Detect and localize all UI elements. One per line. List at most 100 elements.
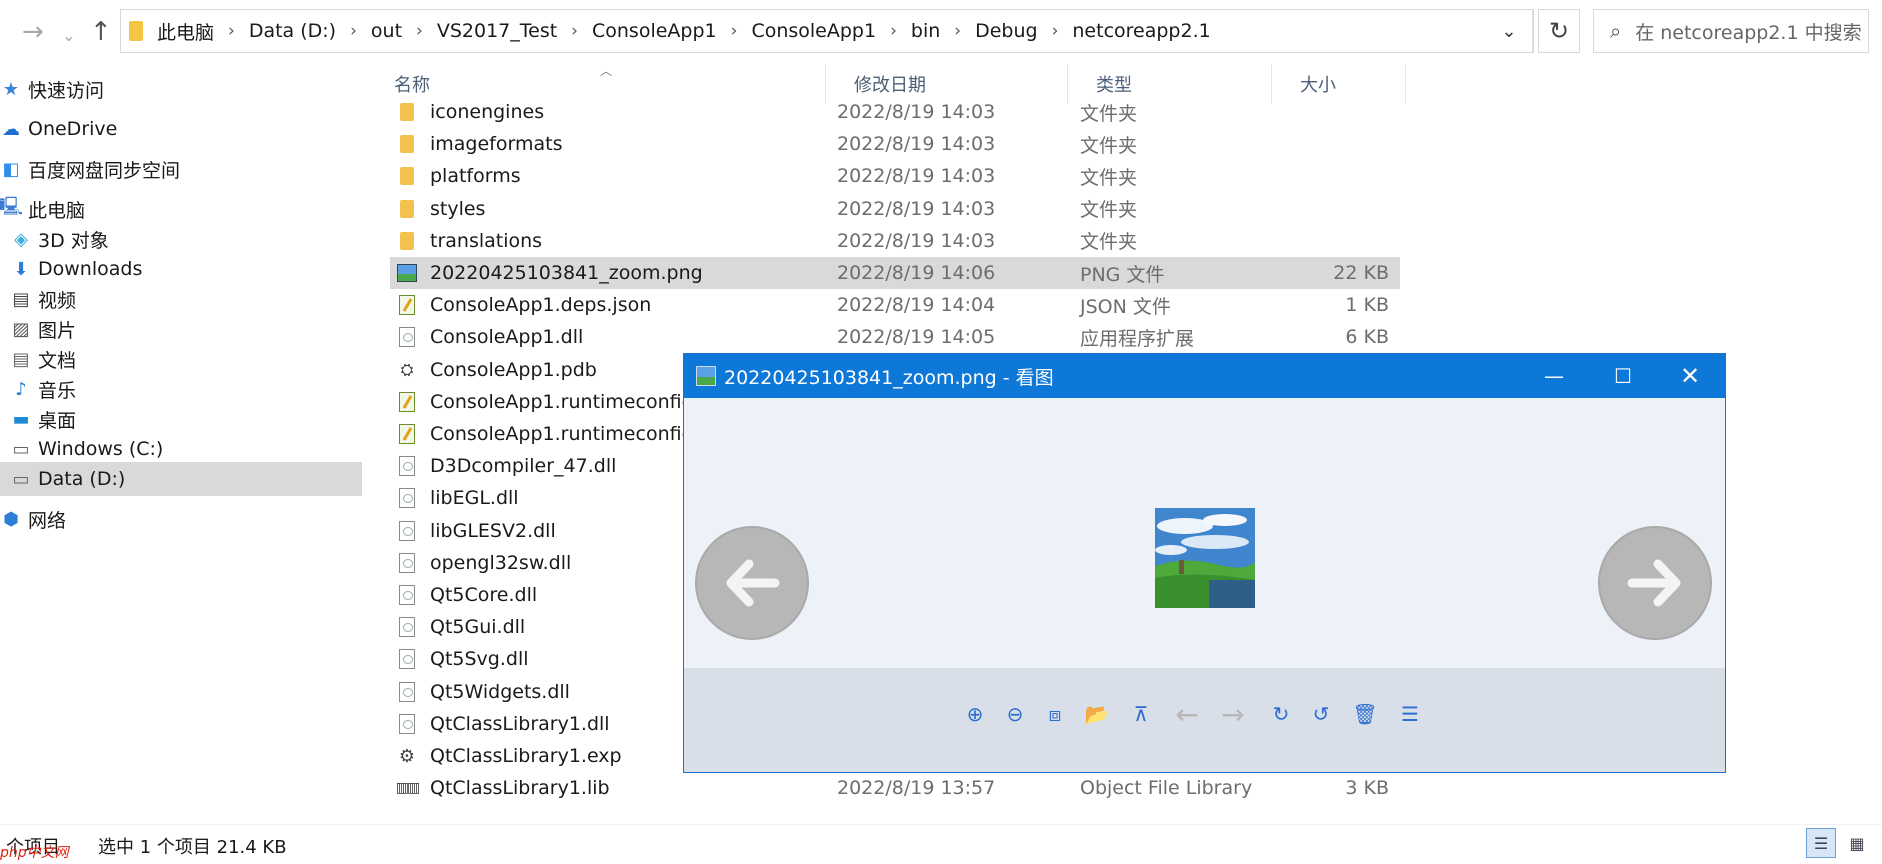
forward-button[interactable]: →	[22, 18, 44, 46]
breadcrumb-separator-icon[interactable]: ›	[416, 21, 423, 41]
sidebar-item[interactable]: 🖳 此电脑	[0, 192, 362, 226]
drive-icon: ▭	[12, 468, 30, 490]
dll-file-icon	[396, 455, 418, 477]
file-row[interactable]: 20220425103841_zoom.png 2022/8/19 14:06 PN…	[390, 257, 1400, 289]
sidebar-item[interactable]: ▤ 视频	[0, 282, 362, 316]
file-row[interactable]: ▥▥ QtClassLibrary1.lib 2022/8/19 13:57 Obje…	[390, 772, 1400, 804]
dll-file-icon	[396, 520, 418, 542]
prev-icon[interactable]: ←	[1173, 698, 1201, 731]
sidebar-item[interactable]: ◈ 3D 对象	[0, 222, 362, 256]
menu-icon[interactable]: ☰	[1396, 700, 1424, 728]
dll-file-icon	[396, 584, 418, 606]
sidebar-item[interactable]: ⬢ 网络	[0, 502, 362, 536]
breadcrumb-item[interactable]: ConsoleApp1	[592, 20, 717, 42]
sidebar-item-label: 视频	[38, 289, 77, 312]
selection-info: 选中 1 个项目 21.4 KB	[98, 837, 287, 858]
breadcrumb-separator-icon[interactable]: ›	[228, 21, 235, 41]
file-row[interactable]: ConsoleApp1.dll 2022/8/19 14:05 应用程序扩展 6 KB	[390, 321, 1400, 353]
folder-icon	[396, 198, 418, 220]
breadcrumb-separator-icon[interactable]: ›	[1052, 21, 1059, 41]
dll-file-icon	[396, 616, 418, 638]
zoom-out-icon[interactable]: ⊖	[1001, 700, 1029, 728]
computer-icon: 🖳	[0, 196, 24, 217]
slideshow-icon[interactable]: ⊼	[1127, 700, 1155, 728]
sidebar-item[interactable]: ☁ OneDrive	[0, 112, 362, 146]
next-icon[interactable]: →	[1219, 698, 1247, 731]
open-folder-icon[interactable]: 📂	[1083, 700, 1111, 728]
file-type: 应用程序扩展	[1080, 327, 1195, 350]
breadcrumb-separator-icon[interactable]: ›	[571, 21, 578, 41]
file-name: imageformats	[430, 133, 563, 156]
next-image-button[interactable]	[1598, 526, 1712, 640]
rotate-ccw-icon[interactable]: ↺	[1307, 700, 1335, 728]
sidebar-item[interactable]: ★ 快速访问	[0, 72, 362, 106]
download-icon: ⬇	[13, 258, 29, 280]
file-type: 文件夹	[1080, 102, 1138, 125]
viewer-titlebar[interactable]: 20220425103841_zoom.png - 看图 — ☐ ✕	[684, 354, 1725, 398]
file-size: 22 KB	[1333, 262, 1389, 284]
file-row[interactable]: styles 2022/8/19 14:03 文件夹	[390, 193, 1400, 225]
sidebar-item[interactable]: ◧ 百度网盘同步空间	[0, 152, 362, 186]
breadcrumb-separator-icon[interactable]: ›	[350, 21, 357, 41]
file-date: 2022/8/19 14:03	[837, 133, 996, 156]
breadcrumb-item[interactable]: Data (D:)	[249, 20, 336, 42]
sidebar-item[interactable]: ▭ Data (D:)	[0, 462, 362, 496]
breadcrumb-item[interactable]: 此电脑	[157, 18, 214, 45]
previous-image-button[interactable]	[695, 526, 809, 640]
file-row[interactable]: imageformats 2022/8/19 14:03 文件夹	[390, 128, 1400, 160]
delete-icon[interactable]: 🗑	[1351, 700, 1379, 728]
chevron-down-icon[interactable]: ⌄	[1486, 10, 1533, 52]
sidebar-item-label: 快速访问	[28, 79, 105, 102]
close-button[interactable]: ✕	[1655, 354, 1725, 398]
zoom-in-icon[interactable]: ⊕	[961, 700, 989, 728]
sidebar-item[interactable]: ▤ 文档	[0, 342, 362, 376]
breadcrumb-separator-icon[interactable]: ›	[890, 21, 897, 41]
file-row[interactable]: iconengines 2022/8/19 14:03 文件夹	[390, 96, 1400, 128]
search-input[interactable]: 在 netcoreapp2.1 中搜索	[1635, 18, 1861, 45]
refresh-button[interactable]: ↻	[1538, 9, 1580, 53]
up-button[interactable]: ↑	[90, 18, 112, 46]
sidebar-item[interactable]: ▭ Windows (C:)	[0, 432, 362, 466]
viewer-toolbar: ⊕ ⊖ ⧈ 📂 ⊼ ← → ↻ ↺ 🗑 ☰	[684, 668, 1725, 772]
sidebar-item[interactable]: ▬ 桌面	[0, 402, 362, 436]
breadcrumb-separator-icon[interactable]: ›	[954, 21, 961, 41]
file-date: 2022/8/19 14:03	[837, 165, 996, 188]
navigation-pane: ★ 快速访问 ☁ OneDrive ◧ 百度网盘同步空间 🖳 此电脑 ◈ 3D 对象 ⬇ Downlo…	[0, 79, 362, 820]
details-view-icon[interactable]: ☰	[1806, 828, 1836, 858]
music-icon: ♪	[15, 378, 27, 400]
breadcrumb-item[interactable]: out	[371, 20, 402, 42]
image-viewer-window: 20220425103841_zoom.png - 看图 — ☐ ✕ ⊕ ⊖ ⧈…	[683, 353, 1726, 773]
file-size: 3 KB	[1345, 777, 1389, 800]
large-icons-view-icon[interactable]: ▦	[1842, 828, 1872, 858]
folder-icon	[129, 21, 143, 41]
search-icon: ⌕	[1610, 19, 1622, 43]
breadcrumb-item[interactable]: bin	[911, 20, 940, 42]
breadcrumb-item[interactable]: VS2017_Test	[437, 20, 557, 42]
sidebar-item[interactable]: ⬇ Downloads	[0, 252, 362, 286]
file-row[interactable]: translations 2022/8/19 14:03 文件夹	[390, 225, 1400, 257]
file-type: PNG 文件	[1080, 263, 1165, 286]
desktop-icon: ▬	[12, 408, 30, 430]
sidebar-item[interactable]: ♪ 音乐	[0, 372, 362, 406]
breadcrumb-item[interactable]: netcoreapp2.1	[1072, 20, 1210, 42]
minimize-button[interactable]: —	[1519, 354, 1589, 398]
breadcrumb-separator-icon[interactable]: ›	[731, 21, 738, 41]
file-row[interactable]: platforms 2022/8/19 14:03 文件夹	[390, 160, 1400, 192]
file-row[interactable]: ConsoleApp1.deps.json 2022/8/19 14:04 JSON…	[390, 289, 1400, 321]
recent-dropdown-icon[interactable]: ⌄	[62, 22, 75, 50]
json-file-icon	[396, 391, 418, 413]
file-size: 1 KB	[1345, 294, 1389, 317]
video-icon: ▤	[12, 288, 30, 310]
fit-window-icon[interactable]: ⧈	[1041, 700, 1069, 728]
maximize-button[interactable]: ☐	[1588, 354, 1658, 398]
sidebar-item[interactable]: ▨ 图片	[0, 312, 362, 346]
address-bar[interactable]: 此电脑 › Data (D:) › out › VS2017_Test › ConsoleApp…	[120, 9, 1534, 53]
breadcrumb-item[interactable]: ConsoleApp1	[751, 20, 876, 42]
search-box[interactable]: ⌕ 在 netcoreapp2.1 中搜索	[1593, 9, 1869, 53]
address-toolbar: → ⌄ ↑ 此电脑 › Data (D:) › out › VS2017_Test › Cons…	[0, 0, 1882, 63]
breadcrumb-item[interactable]: Debug	[975, 20, 1037, 42]
image-icon	[696, 366, 716, 386]
rotate-cw-icon[interactable]: ↻	[1267, 700, 1295, 728]
arrow-left-icon	[726, 559, 780, 607]
file-size: 6 KB	[1345, 326, 1389, 349]
